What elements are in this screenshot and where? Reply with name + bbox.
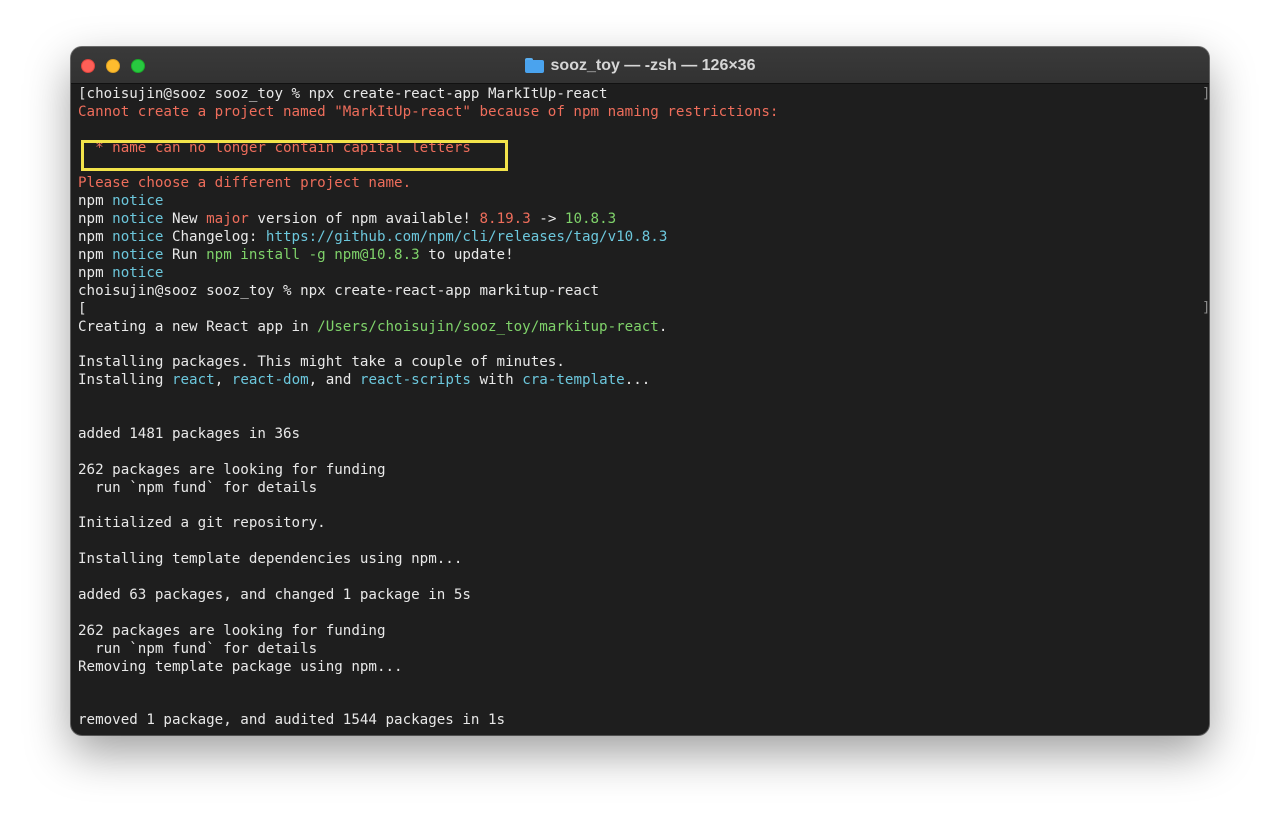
scroll-marker-top: ] xyxy=(1202,86,1209,102)
terminal-line: added 1481 packages in 36s xyxy=(78,426,1202,444)
terminal-line: 262 packages are looking for funding xyxy=(78,623,1202,641)
terminal-text: npm xyxy=(78,247,113,264)
terminal-text: npm xyxy=(78,229,113,246)
terminal-output[interactable]: [choisujin@sooz sooz_toy % npx create-re… xyxy=(78,86,1202,732)
terminal-text: added 63 packages, and changed 1 package… xyxy=(78,586,471,603)
terminal-line: npm notice Changelog: https://github.com… xyxy=(78,229,1202,247)
terminal-text: Creating a new React app in xyxy=(78,318,318,335)
terminal-text: notice xyxy=(112,229,164,246)
terminal-text: removed 1 package, and audited 1544 pack… xyxy=(78,712,506,729)
terminal-line: npm notice xyxy=(78,193,1202,211)
terminal-text: Initialized a git repository. xyxy=(78,515,326,532)
terminal-text: to update! xyxy=(419,247,514,264)
terminal-text: [choisujin@sooz sooz_toy % npx create-re… xyxy=(78,86,608,102)
terminal-text: Removing template package using npm... xyxy=(78,658,403,675)
terminal-text: npm xyxy=(78,211,113,228)
terminal-text: , xyxy=(214,372,232,389)
terminal-line: Installing template dependencies using n… xyxy=(78,551,1202,569)
folder-icon xyxy=(524,58,544,73)
terminal-text: Installing packages. This might take a c… xyxy=(78,354,565,371)
terminal-text: Changelog: xyxy=(163,229,266,246)
terminal-text: npm install -g npm@10.8.3 xyxy=(206,247,420,264)
terminal-text: Installing xyxy=(78,372,172,389)
terminal-text: . xyxy=(658,318,668,335)
terminal-text: run `npm fund` for details xyxy=(78,640,318,657)
terminal-text: with xyxy=(470,372,523,389)
terminal-text: Installing template dependencies using n… xyxy=(78,551,463,568)
terminal-line: npm notice Run npm install -g npm@10.8.3… xyxy=(78,247,1202,265)
terminal-line: Cannot create a project named "MarkItUp-… xyxy=(78,104,1202,122)
terminal-line: npm notice New major version of npm avai… xyxy=(78,211,1202,229)
terminal-text: cra-template xyxy=(522,372,625,389)
title-bar[interactable]: sooz_toy — -zsh — 126×36 xyxy=(71,47,1209,84)
terminal-line: Removing template package using npm... xyxy=(78,659,1202,677)
terminal-text: 8.19.3 xyxy=(479,211,531,228)
terminal-text: [ xyxy=(78,300,87,317)
terminal-line: added 63 packages, and changed 1 package… xyxy=(78,587,1202,605)
terminal-line: choisujin@sooz sooz_toy % npx create-rea… xyxy=(78,283,1202,301)
terminal-line: removed 1 package, and audited 1544 pack… xyxy=(78,712,1202,730)
terminal-text: https://github.com/npm/cli/releases/tag/… xyxy=(265,229,668,246)
terminal-text: notice xyxy=(112,264,164,281)
terminal-text: notice xyxy=(112,247,164,264)
terminal-line: [choisujin@sooz sooz_toy % npx create-re… xyxy=(78,86,1202,104)
terminal-window: sooz_toy — -zsh — 126×36 [choisujin@sooz… xyxy=(71,47,1209,735)
terminal-line: * name can no longer contain capital let… xyxy=(78,140,1202,158)
terminal-text: 262 packages are looking for funding xyxy=(78,622,386,639)
terminal-text: npm xyxy=(78,264,113,281)
terminal-text: notice xyxy=(112,211,164,228)
terminal-text: Cannot create a project named "MarkItUp-… xyxy=(78,103,779,120)
terminal-line: run `npm fund` for details xyxy=(78,480,1202,498)
terminal-text: run `npm fund` for details xyxy=(78,479,318,496)
terminal-text: 262 packages are looking for funding xyxy=(78,461,386,478)
terminal-line: [ xyxy=(78,301,1202,319)
terminal-text: version of npm available! xyxy=(248,211,480,228)
terminal-line: Please choose a different project name. xyxy=(78,175,1202,193)
terminal-line: 262 packages are looking for funding xyxy=(78,462,1202,480)
terminal-text: -> xyxy=(530,211,565,228)
terminal-text: * name can no longer contain capital let… xyxy=(78,139,471,156)
terminal-text: added 1481 packages in 36s xyxy=(78,425,301,442)
scroll-marker-mid: ] xyxy=(1202,300,1209,316)
terminal-text: /Users/choisujin/sooz_toy/markitup-react xyxy=(317,318,659,335)
terminal-line: npm notice xyxy=(78,265,1202,283)
terminal-text: ... xyxy=(624,372,651,389)
terminal-text: react-scripts xyxy=(359,372,471,389)
terminal-line: run `npm fund` for details xyxy=(78,641,1202,659)
terminal-text: choisujin@sooz sooz_toy % npx create-rea… xyxy=(78,282,600,299)
terminal-text: , and xyxy=(308,372,360,389)
terminal-line: Creating a new React app in /Users/chois… xyxy=(78,319,1202,337)
terminal-text: New xyxy=(163,211,207,228)
terminal-text: npm xyxy=(78,193,113,210)
terminal-text: react-dom xyxy=(231,372,309,389)
terminal-line: Installing react, react-dom, and react-s… xyxy=(78,372,1202,390)
terminal-line: Installing packages. This might take a c… xyxy=(78,354,1202,372)
terminal-text: major xyxy=(206,211,249,228)
terminal-text: Run xyxy=(163,247,207,264)
window-title: sooz_toy — -zsh — 126×36 xyxy=(71,47,1209,84)
terminal-text: Please choose a different project name. xyxy=(78,175,412,192)
window-title-text: sooz_toy — -zsh — 126×36 xyxy=(550,56,756,74)
terminal-text: react xyxy=(171,372,215,389)
terminal-text: 10.8.3 xyxy=(564,211,617,228)
terminal-line: Initialized a git repository. xyxy=(78,515,1202,533)
terminal-text: notice xyxy=(112,193,164,210)
